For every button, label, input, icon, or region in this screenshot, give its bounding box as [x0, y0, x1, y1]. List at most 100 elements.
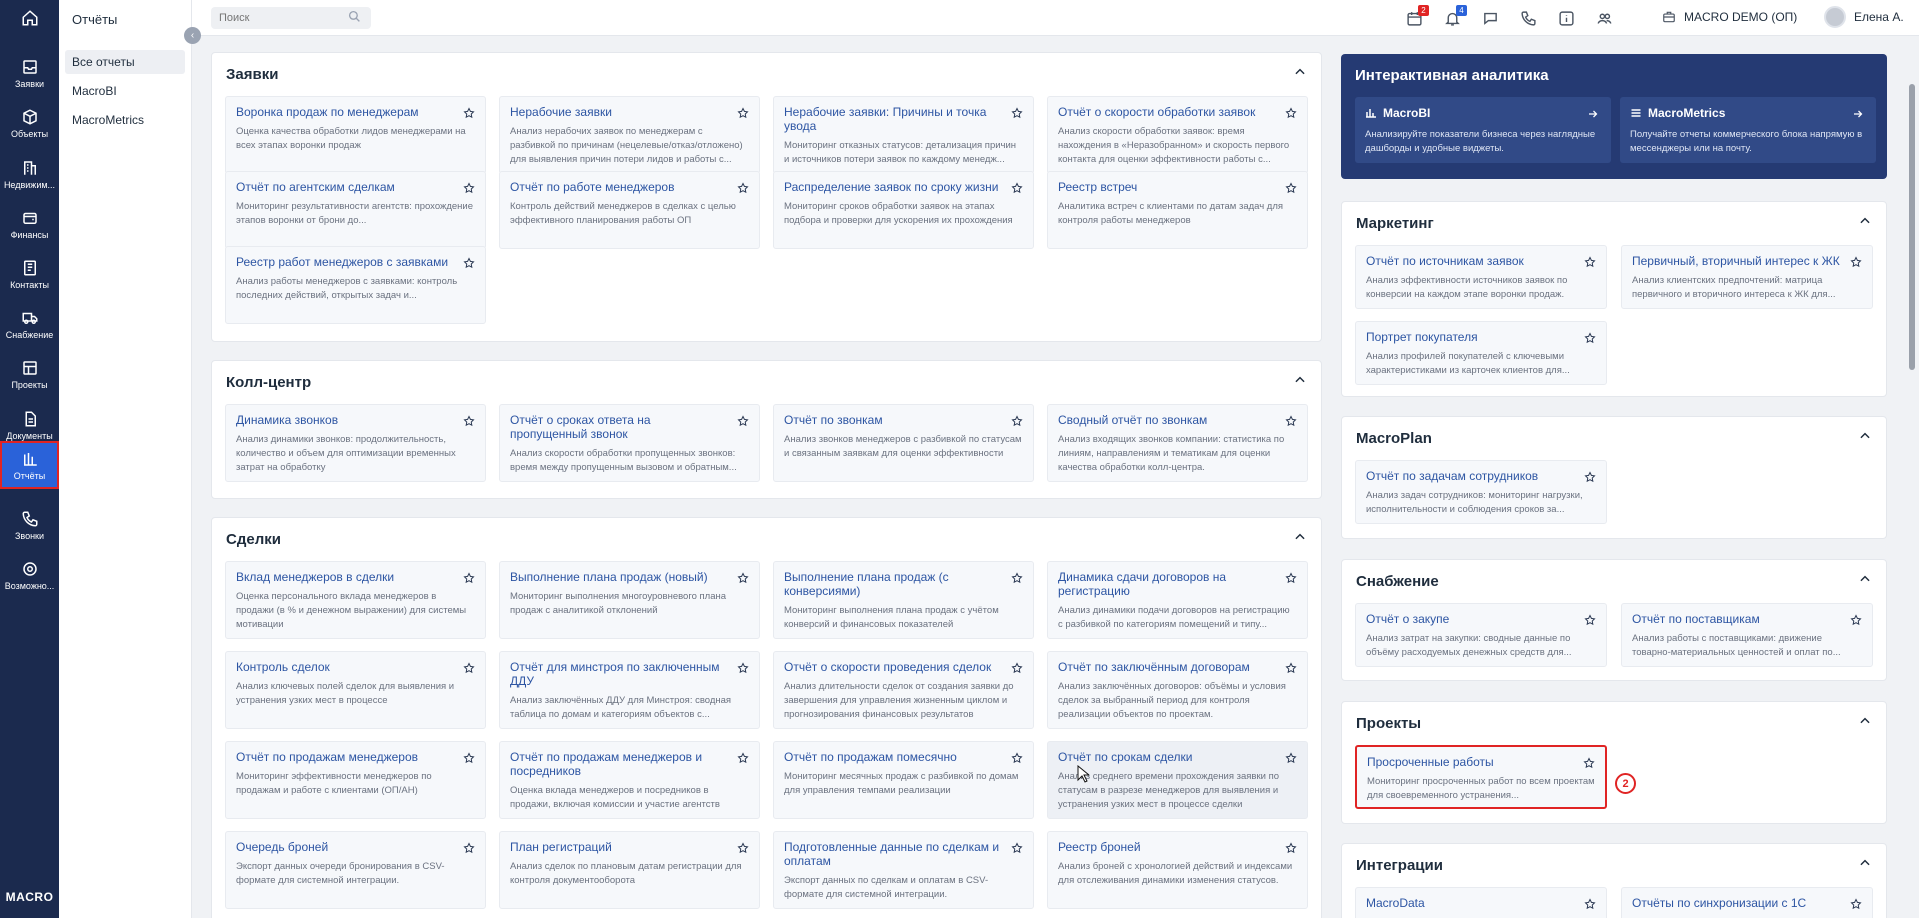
report-card-title[interactable]: Портрет покупателя: [1366, 330, 1596, 344]
report-card[interactable]: Отчёт по поставщикам Анализ работы с пост…: [1621, 603, 1873, 667]
report-card-title[interactable]: Распределение заявок по сроку жизни: [784, 180, 1023, 194]
report-card[interactable]: Портрет покупателя Анализ профилей покупа…: [1355, 321, 1607, 385]
report-card-title[interactable]: План регистраций: [510, 840, 749, 854]
favorite-star-icon[interactable]: [737, 106, 749, 124]
report-card[interactable]: Отчёт о скорости обработки заявок Анализ …: [1047, 96, 1308, 174]
report-card-title[interactable]: Отчёт по продажам помесячно: [784, 750, 1023, 764]
bell-icon[interactable]: 4: [1442, 5, 1467, 28]
favorite-star-icon[interactable]: [1011, 661, 1023, 679]
favorite-star-icon[interactable]: [463, 661, 475, 679]
favorite-star-icon[interactable]: [1285, 181, 1297, 199]
users-icon[interactable]: [1594, 8, 1614, 28]
report-card-title[interactable]: Вклад менеджеров в сделки: [236, 570, 475, 584]
report-card-title[interactable]: Динамика сдачи договоров на регистрацию: [1058, 570, 1297, 598]
report-card[interactable]: Отчёт по звонкам Анализ звонков менеджеро…: [773, 404, 1034, 482]
report-card-title[interactable]: Отчёт по работе менеджеров: [510, 180, 749, 194]
favorite-star-icon[interactable]: [1011, 414, 1023, 432]
report-card[interactable]: Отчёт по продажам менеджеров Мониторинг э…: [225, 741, 486, 819]
collapse-chevron-icon[interactable]: [1858, 572, 1872, 591]
favorite-star-icon[interactable]: [737, 841, 749, 859]
info-icon[interactable]: [1556, 8, 1576, 28]
collapse-chevron-icon[interactable]: [1293, 373, 1307, 392]
user-menu[interactable]: Елена А.: [1824, 6, 1904, 28]
report-card[interactable]: Реестр броней Анализ броней с хронологией…: [1047, 831, 1308, 909]
report-card[interactable]: Реестр встреч Аналитика встреч с клиентам…: [1047, 171, 1308, 249]
report-card-title[interactable]: Отчёт о скорости обработки заявок: [1058, 105, 1297, 119]
collapse-chevron-icon[interactable]: [1858, 856, 1872, 875]
rail-item-7[interactable]: Проекты: [0, 350, 59, 398]
favorite-star-icon[interactable]: [1584, 613, 1596, 631]
report-card[interactable]: Воронка продаж по менеджерам Оценка качес…: [225, 96, 486, 174]
report-card-title[interactable]: Отчёт для минстроя по заключенным ДДУ: [510, 660, 749, 688]
collapse-chevron-icon[interactable]: [1858, 214, 1872, 233]
report-card[interactable]: Отчёт о скорости проведения сделок Анализ…: [773, 651, 1034, 729]
report-card-title[interactable]: Отчёт по агентским сделкам: [236, 180, 475, 194]
report-card-title[interactable]: Подготовленные данные по сделкам и оплат…: [784, 840, 1023, 868]
report-card-title[interactable]: Отчёт по заключённым договорам: [1058, 660, 1297, 674]
report-card-title[interactable]: Воронка продаж по менеджерам: [236, 105, 475, 119]
report-card[interactable]: Отчёт по источникам заявок Анализ эффекти…: [1355, 245, 1607, 309]
rail-item-11[interactable]: Возможно...: [0, 551, 59, 599]
report-card-title[interactable]: Отчёт по задачам сотрудников: [1366, 469, 1596, 483]
favorite-star-icon[interactable]: [1285, 751, 1297, 769]
favorite-star-icon[interactable]: [1584, 255, 1596, 273]
report-card[interactable]: Очередь броней Экспорт данных очереди бро…: [225, 831, 486, 909]
report-card[interactable]: Отчёт о закупе Анализ затрат на закупки: …: [1355, 603, 1607, 667]
favorite-star-icon[interactable]: [1850, 897, 1862, 915]
report-card-title[interactable]: Отчёты по синхронизации с 1С: [1632, 896, 1862, 910]
favorite-star-icon[interactable]: [463, 256, 475, 274]
report-card-title[interactable]: Выполнение плана продаж (новый): [510, 570, 749, 584]
report-card-title[interactable]: Динамика звонков: [236, 413, 475, 427]
report-card[interactable]: Отчёт по агентским сделкам Мониторинг рез…: [225, 171, 486, 249]
rail-item-3[interactable]: Недвижим...: [0, 150, 59, 198]
report-card[interactable]: Подготовленные данные по сделкам и оплат…: [773, 831, 1034, 909]
report-card-title[interactable]: Контроль сделок: [236, 660, 475, 674]
report-card[interactable]: Нерабочие заявки Анализ нерабочих заявок …: [499, 96, 760, 174]
favorite-star-icon[interactable]: [1011, 571, 1023, 589]
favorite-star-icon[interactable]: [1011, 751, 1023, 769]
home-icon[interactable]: [0, 4, 59, 32]
report-card-title[interactable]: Сводный отчёт по звонкам: [1058, 413, 1297, 427]
report-card[interactable]: Отчёт для минстроя по заключенным ДДУ Ана…: [499, 651, 760, 729]
report-card[interactable]: Просроченные работы Мониторинг просроченн…: [1355, 745, 1607, 809]
report-card-title[interactable]: Отчёт о скорости проведения сделок: [784, 660, 1023, 674]
report-card-title[interactable]: Реестр работ менеджеров с заявками: [236, 255, 475, 269]
favorite-star-icon[interactable]: [737, 414, 749, 432]
favorite-star-icon[interactable]: [1584, 331, 1596, 349]
page-scrollbar[interactable]: [1909, 84, 1915, 370]
phone-call-icon[interactable]: [1518, 8, 1538, 28]
report-card[interactable]: Отчёт по задачам сотрудников Анализ задач…: [1355, 460, 1607, 524]
favorite-star-icon[interactable]: [463, 571, 475, 589]
report-card[interactable]: Динамика звонков Анализ динамики звонков:…: [225, 404, 486, 482]
report-card-title[interactable]: Реестр броней: [1058, 840, 1297, 854]
favorite-star-icon[interactable]: [1850, 613, 1862, 631]
search-input[interactable]: [211, 7, 371, 29]
rail-item-1[interactable]: Заявки: [0, 49, 59, 97]
favorite-star-icon[interactable]: [1584, 897, 1596, 915]
report-card-title[interactable]: Выполнение плана продаж (с конверсиями): [784, 570, 1023, 598]
favorite-star-icon[interactable]: [1583, 756, 1595, 774]
favorite-star-icon[interactable]: [463, 751, 475, 769]
favorite-star-icon[interactable]: [1285, 571, 1297, 589]
collapse-chevron-icon[interactable]: [1293, 530, 1307, 549]
report-card[interactable]: Контроль сделок Анализ ключевых полей сде…: [225, 651, 486, 729]
report-card[interactable]: Отчёт по работе менеджеров Контроль дейст…: [499, 171, 760, 249]
report-card[interactable]: Реестр работ менеджеров с заявками Анализ…: [225, 246, 486, 324]
favorite-star-icon[interactable]: [463, 841, 475, 859]
report-card-title[interactable]: Отчёт о сроках ответа на пропущенный зво…: [510, 413, 749, 441]
report-card-title[interactable]: Отчёт по источникам заявок: [1366, 254, 1596, 268]
report-card-title[interactable]: Отчёт по продажам менеджеров: [236, 750, 475, 764]
favorite-star-icon[interactable]: [1011, 181, 1023, 199]
favorite-star-icon[interactable]: [463, 106, 475, 124]
report-card[interactable]: Выполнение плана продаж (с конверсиями) М…: [773, 561, 1034, 639]
macrobi-card[interactable]: MacroBI Анализируйте показатели бизнеса …: [1355, 97, 1611, 163]
calendar-icon[interactable]: 2: [1404, 5, 1429, 28]
favorite-star-icon[interactable]: [1285, 841, 1297, 859]
favorite-star-icon[interactable]: [1850, 255, 1862, 273]
favorite-star-icon[interactable]: [1285, 414, 1297, 432]
report-card-title[interactable]: Нерабочие заявки: [510, 105, 749, 119]
report-card-title[interactable]: Отчёт по срокам сделки: [1058, 750, 1297, 764]
report-card[interactable]: MacroData: [1355, 887, 1607, 918]
collapse-chevron-icon[interactable]: [1858, 429, 1872, 448]
rail-item-4[interactable]: Финансы: [0, 200, 59, 248]
